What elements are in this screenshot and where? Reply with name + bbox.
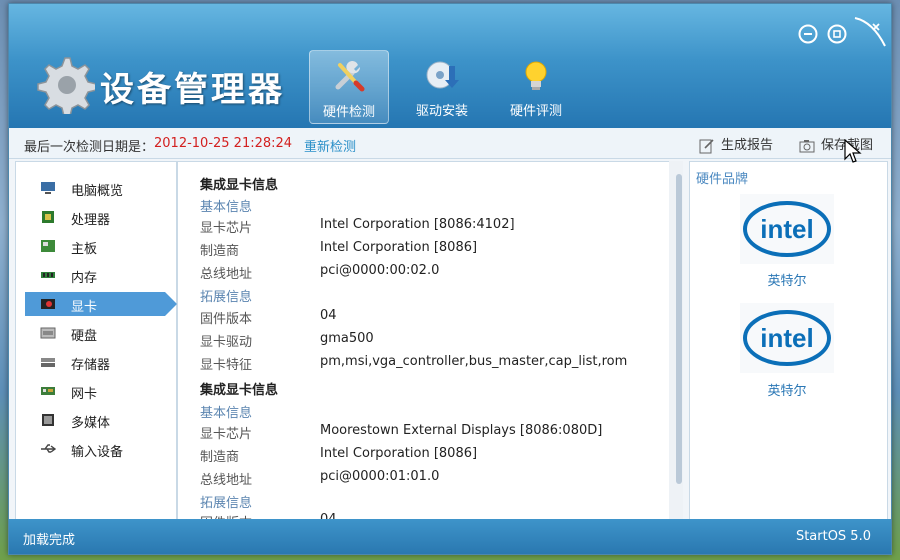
field-key: 显卡芯片: [200, 427, 253, 442]
field-key: 制造商: [200, 244, 240, 259]
sidebar-item-label: 输入设备: [71, 445, 124, 460]
sidebar-item-memory[interactable]: 内存: [25, 263, 165, 287]
intel-logo-text: intel: [760, 214, 813, 244]
tab-hardware-benchmark[interactable]: 硬件评测: [497, 50, 575, 122]
status-bar: 加载完成 StartOS 5.0: [9, 519, 891, 554]
brand-panel: 硬件品牌 intel 英特尔 intel 英特尔: [689, 161, 888, 521]
sidebar-item-label: 多媒体: [71, 416, 111, 431]
sidebar-item-label: 存储器: [71, 358, 111, 373]
mouse-cursor-icon: [844, 139, 862, 163]
sidebar-item-overview[interactable]: 电脑概览: [25, 176, 165, 200]
camera-icon: [799, 139, 815, 152]
minimize-icon[interactable]: [798, 24, 818, 44]
sidebar-item-input[interactable]: 输入设备: [25, 437, 165, 461]
restore-icon[interactable]: [827, 24, 847, 44]
sidebar-item-label: 处理器: [71, 213, 111, 228]
generate-report-button[interactable]: 生成报告: [699, 134, 773, 154]
sidebar-item-multimedia[interactable]: 多媒体: [25, 408, 165, 432]
sidebar-item-label: 硬盘: [71, 329, 98, 344]
field-value: gma500: [320, 331, 374, 346]
field-key: 总线地址: [200, 267, 253, 282]
field-value: pm,msi,vga_controller,bus_master,cap_lis…: [320, 354, 628, 369]
last-check-date: 2012-10-25 21:28:24: [154, 136, 293, 151]
memory-icon: [41, 272, 55, 278]
last-check-label: 最后一次检测日期是：: [24, 140, 155, 155]
usb-input-icon: [41, 444, 56, 453]
ext-info-label: 拓展信息: [200, 496, 253, 511]
sidebar-item-harddisk[interactable]: 硬盘: [25, 321, 165, 345]
driver-disc-icon: [426, 61, 459, 89]
intel-logo-text: intel: [760, 323, 813, 353]
edit-report-icon: [699, 138, 714, 153]
field-key: 显卡特征: [200, 358, 253, 373]
app-window: 设备管理器 硬件检测 驱动安装 硬件评测 最后一次检测日期是： 2012-10-…: [8, 3, 892, 555]
recheck-link[interactable]: 重新检测: [304, 136, 356, 155]
storage-icon: [41, 358, 55, 367]
scrollbar-thumb[interactable]: [676, 174, 682, 484]
section-title: 集成显卡信息: [200, 383, 279, 398]
brand-name: 英特尔: [767, 384, 807, 399]
network-card-icon: [41, 387, 55, 395]
tab-driver-install-label: 驱动安装: [415, 104, 468, 119]
intel-logo: intel: [740, 194, 834, 264]
sidebar-item-network[interactable]: 网卡: [25, 379, 165, 403]
field-value: pci@0000:00:02.0: [320, 263, 440, 278]
field-key: 固件版本: [200, 312, 253, 327]
motherboard-icon: [41, 240, 55, 252]
basic-info-label: 基本信息: [200, 406, 253, 421]
basic-info-label: 基本信息: [200, 200, 253, 215]
info-bar: 最后一次检测日期是： 2012-10-25 21:28:24 重新检测 生成报告…: [9, 128, 891, 159]
tab-driver-install[interactable]: 驱动安装: [403, 50, 481, 122]
tools-icon: [335, 61, 365, 92]
intel-logo: intel: [740, 303, 834, 373]
gear-icon: [37, 57, 95, 114]
field-value: Moorestown External Displays [8086:080D]: [320, 423, 603, 438]
lightbulb-icon: [525, 61, 547, 90]
field-value: Intel Corporation [8086]: [320, 240, 478, 255]
tab-hardware-benchmark-label: 硬件评测: [509, 104, 562, 119]
sidebar-item-storage[interactable]: 存储器: [25, 350, 165, 374]
field-key: 制造商: [200, 450, 240, 465]
sidebar-item-motherboard[interactable]: 主板: [25, 234, 165, 258]
sidebar-item-label: 电脑概览: [71, 184, 124, 199]
sidebar-item-cpu[interactable]: 处理器: [25, 205, 165, 229]
load-status: 加载完成: [23, 533, 76, 548]
app-title: 设备管理器: [100, 70, 285, 110]
brand-panel-title: 硬件品牌: [696, 172, 749, 187]
section-title: 集成显卡信息: [200, 178, 279, 193]
field-key: 总线地址: [200, 473, 253, 488]
graphics-card-icon: [41, 299, 55, 309]
device-detail-panel: 集成显卡信息 基本信息 显卡芯片 Intel Corporation [8086…: [177, 161, 670, 521]
ext-info-label: 拓展信息: [200, 290, 253, 305]
header-bar: 设备管理器 硬件检测 驱动安装 硬件评测: [9, 4, 891, 128]
field-value: 04: [320, 308, 337, 323]
sidebar: 电脑概览 处理器 主板 内存 显卡 硬盘 存储器 网卡 多媒体 输入设备: [15, 161, 177, 521]
tab-hardware-detect-label: 硬件检测: [322, 105, 375, 120]
sidebar-item-graphics[interactable]: 显卡: [25, 292, 177, 316]
brand-name: 英特尔: [767, 274, 807, 289]
field-value: Intel Corporation [8086]: [320, 446, 478, 461]
hard-disk-icon: [40, 327, 56, 339]
field-key: 显卡芯片: [200, 221, 253, 236]
close-icon[interactable]: [851, 12, 891, 52]
sidebar-item-label: 网卡: [71, 387, 98, 402]
cpu-icon: [42, 211, 54, 223]
sidebar-item-label: 内存: [71, 271, 98, 286]
sidebar-item-label: 显卡: [71, 300, 98, 315]
os-version: StartOS 5.0: [795, 529, 871, 544]
field-key: 显卡驱动: [200, 335, 253, 350]
generate-report-label: 生成报告: [721, 138, 774, 153]
multimedia-icon: [42, 414, 54, 426]
field-value: Intel Corporation [8086:4102]: [320, 217, 515, 232]
tab-hardware-detect[interactable]: 硬件检测: [309, 50, 389, 124]
field-value: pci@0000:01:01.0: [320, 469, 440, 484]
sidebar-item-label: 主板: [71, 242, 98, 257]
computer-icon: [41, 182, 55, 194]
